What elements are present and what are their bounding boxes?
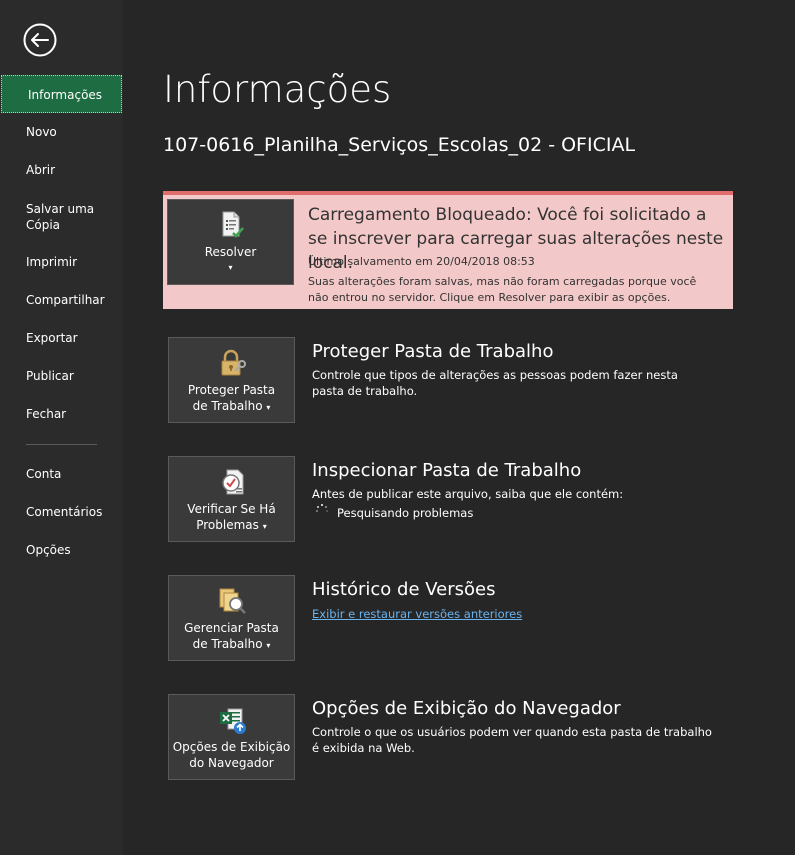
back-arrow-icon: [23, 23, 57, 57]
protect-button-label: Proteger Pasta de Trabalho ▾: [169, 382, 294, 416]
nav-salvar-copia[interactable]: Salvar uma Cópia: [0, 199, 123, 237]
info-pane: Informações 107-0616_Planilha_Serviços_E…: [123, 0, 795, 855]
protect-section-description: Controle que tipos de alterações as pess…: [312, 368, 678, 398]
versions-link-wrap: Exibir e restaurar versões anteriores: [312, 606, 712, 622]
nav-compartilhar[interactable]: Compartilhar: [0, 281, 123, 319]
browser-view-options-button[interactable]: Opções de Exibição do Navegador: [168, 694, 295, 780]
inspect-status: Pesquisando problemas: [337, 506, 474, 520]
nav-label: Cópia: [26, 218, 61, 232]
button-text: Problemas: [196, 518, 259, 532]
document-check-icon: [222, 211, 244, 238]
nav-label: Comentários: [26, 505, 103, 519]
inspect-section-description: Antes de publicar este arquivo, saiba qu…: [312, 487, 624, 501]
page-title: Informações: [163, 68, 392, 111]
nav-fechar[interactable]: Fechar: [0, 395, 123, 433]
resolve-button-label: Resolver ▾: [168, 244, 293, 276]
lock-key-icon: [221, 349, 246, 376]
nav-opcoes[interactable]: Opções: [0, 531, 123, 569]
nav-divider: [26, 444, 97, 445]
nav-label: Fechar: [26, 407, 67, 421]
excel-globe-icon: [220, 708, 246, 734]
nav-novo[interactable]: Novo: [0, 113, 123, 151]
nav-comentarios[interactable]: Comentários: [0, 493, 123, 531]
check-issues-button[interactable]: Verificar Se Há Problemas ▾: [168, 456, 295, 542]
manage-workbook-button[interactable]: Gerenciar Pasta de Trabalho ▾: [168, 575, 295, 661]
check-issues-button-label: Verificar Se Há Problemas ▾: [169, 501, 294, 535]
view-restore-versions-link[interactable]: Exibir e restaurar versões anteriores: [312, 607, 522, 621]
chevron-down-icon: ▾: [228, 263, 233, 272]
nav-conta[interactable]: Conta: [0, 455, 123, 493]
version-history-icon: [219, 588, 246, 614]
browser-options-section-title: Opções de Exibição do Navegador: [312, 698, 621, 719]
chevron-down-icon: ▾: [266, 403, 271, 412]
manage-button-label: Gerenciar Pasta de Trabalho ▾: [169, 620, 294, 654]
chevron-down-icon: ▾: [262, 522, 267, 531]
inspect-document-icon: [222, 469, 244, 495]
alert-description: Suas alterações foram salvas, mas não fo…: [308, 275, 697, 304]
nav-exportar[interactable]: Exportar: [0, 319, 123, 357]
loading-spinner-icon: [316, 504, 328, 512]
button-text: Proteger Pasta: [187, 383, 276, 397]
backstage-sidebar: Informações Novo Abrir Salvar uma Cópia …: [0, 0, 123, 855]
browser-options-button-label: Opções de Exibição do Navegador: [169, 739, 294, 771]
nav-label: Imprimir: [26, 255, 78, 269]
button-text: do Navegador: [189, 756, 274, 770]
nav-label: Novo: [26, 125, 57, 139]
nav-label: Salvar uma: [26, 202, 95, 216]
upload-blocked-alert: Resolver ▾ Carregamento Bloqueado: Você …: [163, 191, 733, 309]
versions-section-title: Histórico de Versões: [312, 579, 496, 600]
document-name: 107-0616_Planilha_Serviços_Escolas_02 - …: [163, 134, 636, 156]
resolve-button[interactable]: Resolver ▾: [167, 199, 294, 285]
protect-workbook-button[interactable]: Proteger Pasta de Trabalho ▾: [168, 337, 295, 423]
nav-label: Abrir: [26, 163, 56, 177]
button-text: Opções de Exibição: [172, 740, 291, 754]
nav-imprimir[interactable]: Imprimir: [0, 243, 123, 281]
inspect-section-title: Inspecionar Pasta de Trabalho: [312, 460, 582, 481]
nav-label: Informações: [28, 88, 103, 102]
button-text: Resolver: [204, 245, 257, 259]
nav-label: Publicar: [26, 369, 74, 383]
back-button[interactable]: [23, 23, 57, 57]
nav-publicar[interactable]: Publicar: [0, 357, 123, 395]
nav-label: Exportar: [26, 331, 78, 345]
nav-label: Compartilhar: [26, 293, 105, 307]
nav-label: Opções: [26, 543, 71, 557]
nav-abrir[interactable]: Abrir: [0, 151, 123, 189]
chevron-down-icon: ▾: [266, 641, 271, 650]
browser-options-section-description: Controle o que os usuários podem ver qua…: [312, 725, 712, 755]
nav-informacoes[interactable]: Informações: [1, 75, 122, 113]
button-text: Verificar Se Há: [187, 502, 276, 516]
button-text: de Trabalho: [192, 637, 263, 651]
protect-section-title: Proteger Pasta de Trabalho: [312, 341, 554, 362]
button-text: de Trabalho: [192, 399, 263, 413]
last-saved-time: Último salvamento em 20/04/2018 08:53: [308, 255, 535, 268]
nav-label: Conta: [26, 467, 62, 481]
button-text: Gerenciar Pasta: [184, 621, 279, 635]
